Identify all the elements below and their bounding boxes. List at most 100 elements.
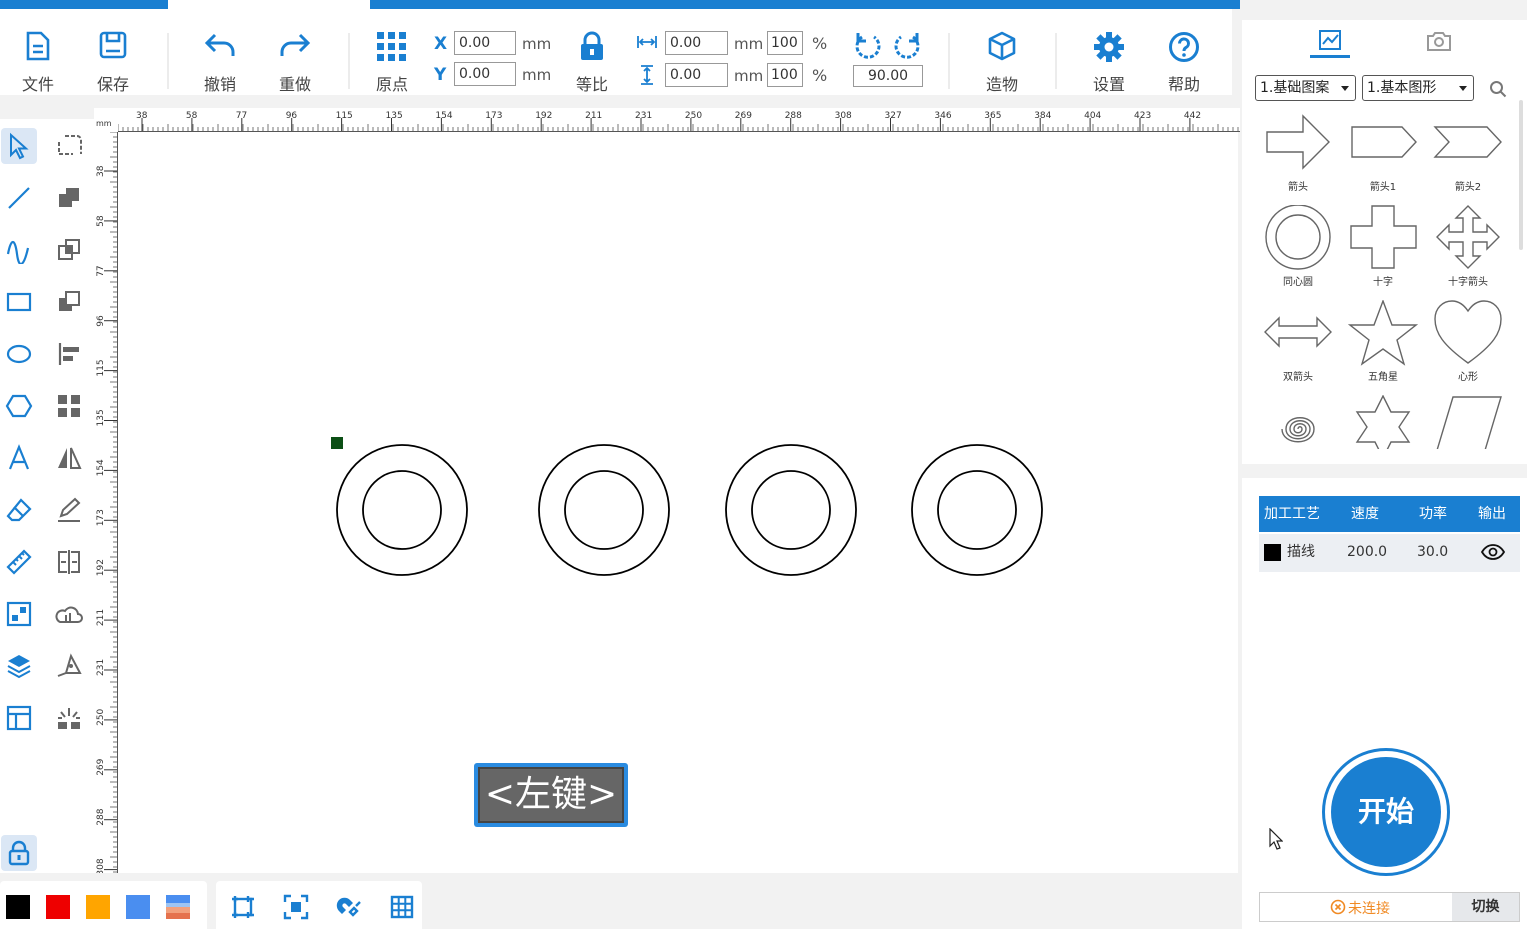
save-button[interactable]: 保存	[83, 9, 143, 95]
shape-inner-circle[interactable]	[751, 470, 831, 550]
intersect-tool[interactable]	[51, 232, 87, 268]
color-swatch-black[interactable]	[6, 895, 30, 919]
shape-item[interactable]: 箭头2	[1426, 110, 1510, 205]
shape-item[interactable]: 箭头1	[1341, 110, 1425, 205]
layer-color-swatch[interactable]	[1264, 544, 1281, 561]
start-label: 开始	[1331, 757, 1441, 867]
undo-button[interactable]: 撤销	[190, 9, 250, 95]
switch-button[interactable]: 切换	[1452, 893, 1519, 921]
ruler-icon	[6, 549, 32, 575]
width-percent-input[interactable]	[767, 31, 803, 55]
save-icon	[99, 31, 127, 59]
color-swatch-red[interactable]	[46, 895, 70, 919]
redo-button[interactable]: 重做	[265, 9, 325, 95]
subtract-tool[interactable]	[51, 284, 87, 320]
proportional-lock-button[interactable]: 等比	[562, 9, 622, 95]
camera-icon	[1427, 32, 1451, 51]
width-unit: mm	[734, 35, 764, 53]
shape-item[interactable]: 心形	[1426, 300, 1510, 395]
shape-outer-circle[interactable]	[725, 444, 857, 576]
line-tool[interactable]	[1, 180, 37, 216]
shape-item[interactable]: 同心圆	[1256, 205, 1340, 300]
mirror-tool[interactable]	[51, 440, 87, 476]
rect-tool[interactable]	[1, 284, 37, 320]
ruler-tick-label: 192	[535, 111, 552, 121]
y-position-input[interactable]	[454, 62, 516, 86]
color-palette-more[interactable]	[166, 895, 190, 919]
settings-button[interactable]: 设置	[1079, 9, 1139, 95]
rotate-ccw-icon[interactable]	[854, 31, 882, 59]
shape-outer-circle[interactable]	[911, 444, 1043, 576]
x-position-input[interactable]	[454, 31, 516, 55]
layer-row[interactable]: 描线 200.0 30.0	[1259, 534, 1520, 572]
origin-handle[interactable]	[331, 437, 343, 449]
shape-item[interactable]: 十字	[1341, 205, 1425, 300]
shape-inner-circle[interactable]	[362, 470, 442, 550]
shape-item[interactable]	[1426, 395, 1510, 449]
subcategory-select[interactable]: 1.基本图形	[1362, 75, 1474, 101]
node-edit-tool[interactable]	[51, 128, 87, 164]
shape-item[interactable]	[1341, 395, 1425, 449]
origin-button[interactable]: 原点	[362, 9, 422, 95]
rotate-angle-input[interactable]	[853, 65, 923, 87]
file-button[interactable]: 文件	[8, 9, 68, 95]
start-button[interactable]: 开始	[1322, 748, 1450, 876]
shape-item[interactable]: 双箭头	[1256, 300, 1340, 395]
array-tool[interactable]	[51, 388, 87, 424]
image-trace-tool[interactable]	[51, 596, 87, 632]
eraser-tool[interactable]	[1, 492, 37, 528]
shape-scrollbar[interactable]	[1519, 100, 1523, 250]
color-swatch-orange[interactable]	[86, 895, 110, 919]
tab-shapes[interactable]	[1310, 28, 1350, 58]
shape-inner-circle[interactable]	[937, 470, 1017, 550]
shape-outer-circle[interactable]	[336, 444, 468, 576]
connection-status[interactable]: 未连接	[1260, 893, 1452, 921]
zoom-selection-button[interactable]	[282, 893, 310, 921]
snap-magnet-button[interactable]	[335, 893, 363, 921]
layer-speed[interactable]: 200.0	[1347, 534, 1387, 570]
shape-outer-circle[interactable]	[538, 444, 670, 576]
search-icon[interactable]	[1489, 80, 1507, 98]
shape-item[interactable]	[1256, 395, 1340, 449]
text-tool[interactable]	[1, 440, 37, 476]
shape-item-label: 十字	[1373, 277, 1393, 288]
shape-item[interactable]: 五角星	[1341, 300, 1425, 395]
canvas-lock-button[interactable]	[1, 835, 37, 871]
category-select[interactable]: 1.基础图案	[1255, 75, 1356, 101]
design-canvas[interactable]	[118, 132, 1238, 873]
fit-canvas-button[interactable]	[229, 893, 257, 921]
eye-icon[interactable]	[1481, 544, 1505, 560]
grid-toggle-button[interactable]	[388, 893, 416, 921]
tab-camera[interactable]	[1422, 28, 1458, 58]
shape-item-label: 箭头1	[1369, 182, 1397, 193]
layer-power[interactable]: 30.0	[1417, 534, 1448, 570]
rotate-cw-icon[interactable]	[893, 31, 921, 59]
sign-tool[interactable]	[51, 492, 87, 528]
build-button[interactable]: 造物	[972, 9, 1032, 95]
shape-item-label: 十字箭头	[1448, 277, 1488, 288]
laser-tool[interactable]	[51, 700, 87, 736]
measure-tool[interactable]	[1, 544, 37, 580]
height-percent-input[interactable]	[767, 63, 803, 87]
union-tool[interactable]	[51, 180, 87, 216]
width-input[interactable]	[665, 31, 728, 55]
ellipse-tool[interactable]	[1, 336, 37, 372]
shape-inner-circle[interactable]	[564, 470, 644, 550]
template-tool[interactable]	[1, 700, 37, 736]
layers-tool[interactable]	[1, 648, 37, 684]
align-tool[interactable]	[51, 336, 87, 372]
layer-process[interactable]: 描线	[1287, 534, 1315, 570]
path-tool[interactable]	[51, 648, 87, 684]
shape-item[interactable]: 十字箭头	[1426, 205, 1510, 300]
help-button[interactable]: 帮助	[1154, 9, 1214, 95]
qr-tool[interactable]	[1, 596, 37, 632]
pentagon-arrow-shape	[1351, 126, 1417, 158]
polygon-tool[interactable]	[1, 388, 37, 424]
color-swatch-blue[interactable]	[126, 895, 150, 919]
curve-tool[interactable]	[1, 232, 37, 268]
split-tool[interactable]	[51, 544, 87, 580]
star5-shape	[1348, 300, 1418, 366]
shape-item[interactable]: 箭头	[1256, 110, 1340, 205]
select-tool[interactable]	[1, 128, 37, 164]
height-input[interactable]	[665, 63, 728, 87]
